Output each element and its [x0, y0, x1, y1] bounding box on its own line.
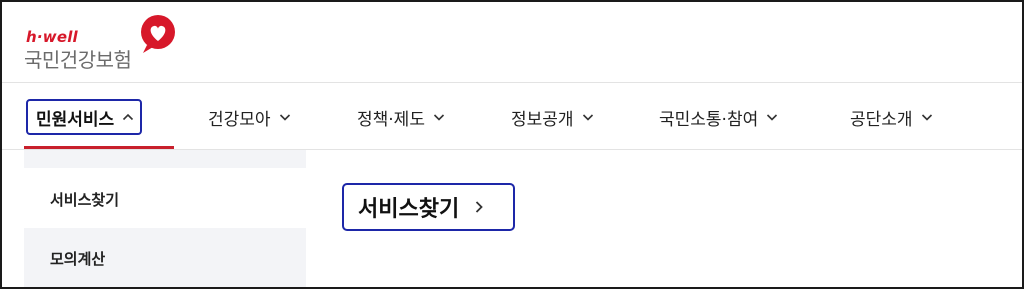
site-logo[interactable]: h·well 국민건강보험 [22, 15, 192, 72]
nav-item-participation[interactable]: 국민소통·참여 [659, 99, 778, 135]
nav-item-label: 국민소통·참여 [659, 109, 759, 130]
chevron-down-icon [279, 114, 290, 121]
sidebar-item-label: 모의계산 [50, 250, 106, 268]
nav-item-civil-service[interactable]: 민원서비스 [26, 99, 143, 135]
nav-item-about[interactable]: 공단소개 [850, 99, 933, 135]
content-title-label: 서비스찾기 [358, 197, 460, 222]
chevron-down-icon [433, 114, 445, 121]
main-navigation: 민원서비스 건강모아 정책·제도 정보공개 국민소통·참여 공단소개 [2, 83, 1022, 149]
chevron-up-icon [123, 113, 134, 121]
nav-item-label: 정보공개 [511, 109, 574, 130]
nav-item-policy[interactable]: 정책·제도 [357, 99, 445, 135]
page-frame: h·well 국민건강보험 민원서비스 건강모아 정책·제도 정보공개 국민소통… [0, 0, 1024, 289]
sidebar-top-strip [24, 150, 306, 168]
chevron-down-icon [921, 114, 932, 121]
sidebar-item-mock-calculation[interactable]: 모의계산 [24, 228, 306, 287]
nav-item-label: 공단소개 [850, 109, 913, 130]
heart-logo-icon [141, 15, 175, 53]
site-header: h·well 국민건강보험 [2, 2, 1022, 82]
chevron-down-icon [767, 114, 778, 121]
logo-org-name: 국민건강보험 [24, 48, 132, 72]
nav-item-label: 민원서비스 [36, 109, 115, 130]
nav-item-health-moa[interactable]: 건강모아 [208, 99, 291, 135]
sidebar-item-find-service[interactable]: 서비스찾기 [24, 170, 306, 228]
nav-item-label: 건강모아 [208, 109, 271, 130]
sidebar-item-label: 서비스찾기 [50, 190, 120, 209]
submenu-sidebar: 서비스찾기 모의계산 [24, 150, 306, 287]
chevron-right-icon [476, 201, 483, 213]
chevron-down-icon [582, 114, 593, 121]
find-service-link[interactable]: 서비스찾기 [342, 183, 515, 231]
nav-item-info-disclosure[interactable]: 정보공개 [511, 99, 594, 135]
nav-item-label: 정책·제도 [357, 109, 425, 130]
